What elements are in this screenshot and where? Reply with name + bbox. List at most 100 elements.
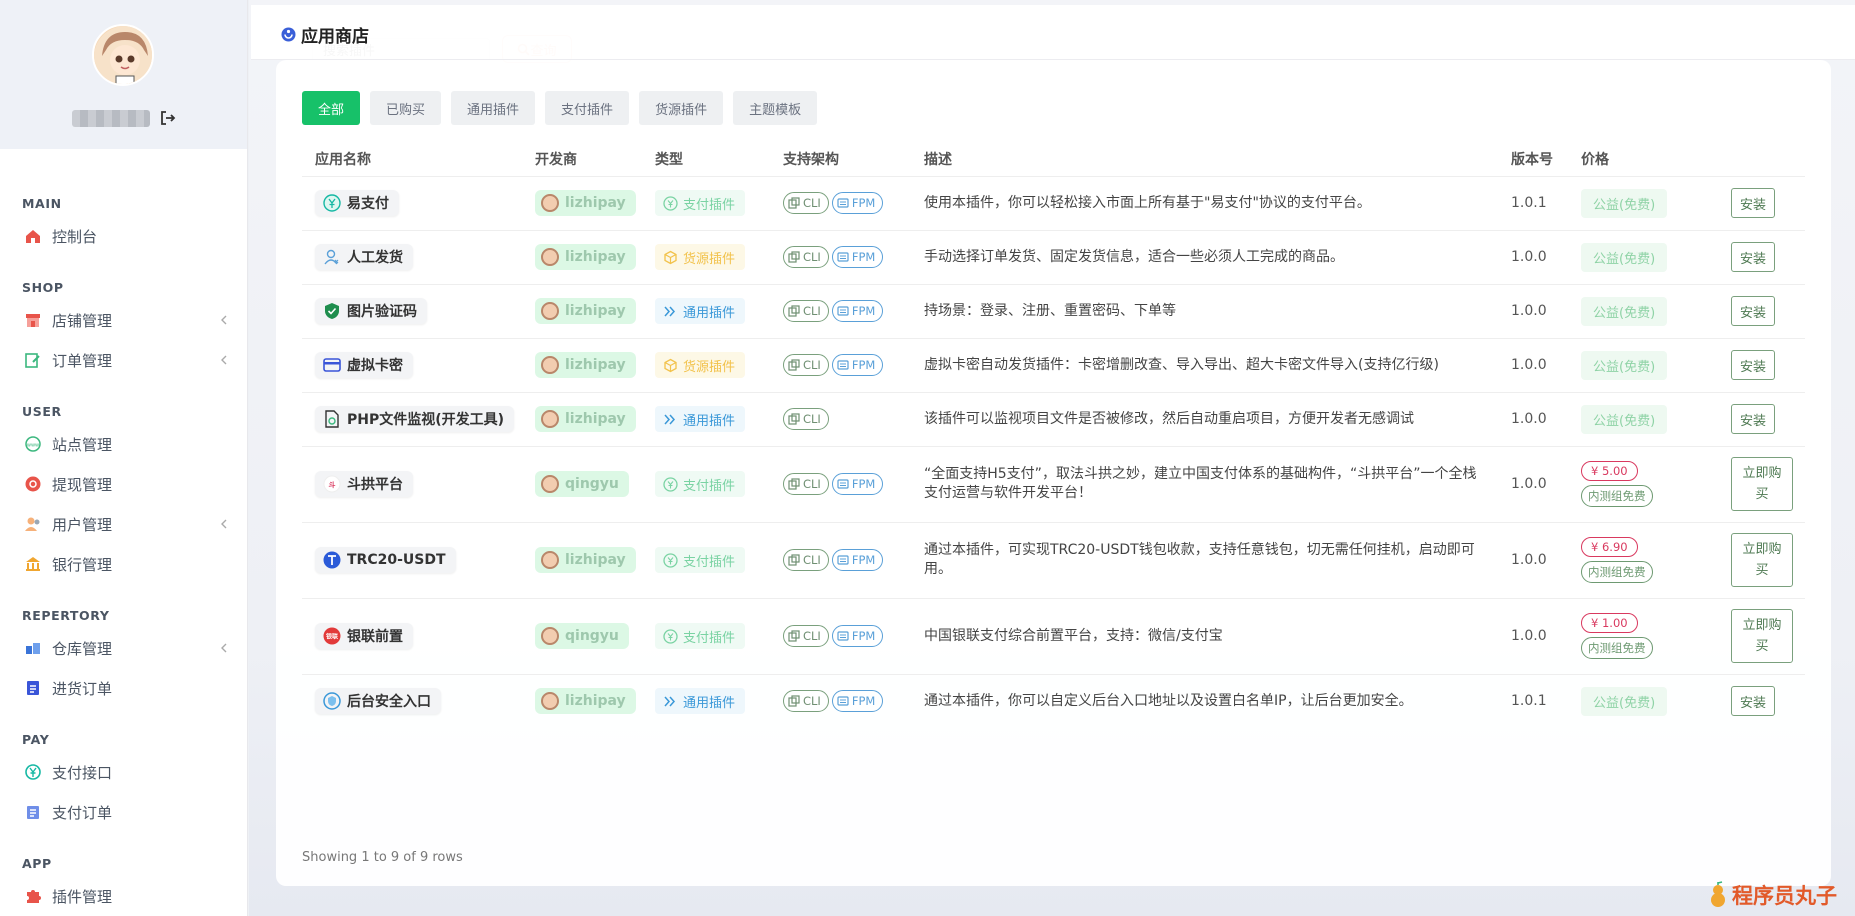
pay-type-icon (663, 628, 678, 644)
svg-text:www: www (27, 443, 39, 449)
filter-purchased[interactable]: 已购买 (370, 91, 442, 125)
nav-item-dashboard[interactable]: 控制台 (0, 219, 247, 253)
filter-source-plugins[interactable]: 货源插件 (639, 91, 724, 125)
nav-item-sites[interactable]: www 站点管理 (0, 427, 247, 461)
nav-item-orders[interactable]: 订单管理 (0, 343, 247, 377)
nav-item-purchase-orders[interactable]: 进货订单 (0, 671, 247, 705)
nav-group-repertory: REPERTORY (22, 608, 110, 623)
arch-badge-cli: CLI (783, 408, 829, 430)
fpm-arch-icon (837, 630, 849, 642)
arch-badge-cli: CLI (783, 473, 829, 495)
arch-badge-fpm: FPM (831, 549, 884, 571)
cli-arch-icon (788, 478, 800, 490)
arch-label: FPM (851, 250, 876, 264)
security-entry-icon (323, 692, 341, 710)
watermark: 程序员丸子 (1706, 880, 1837, 910)
nav-item-warehouse[interactable]: 仓库管理 (0, 631, 247, 665)
arch-badge-fpm: FPM (831, 690, 884, 713)
developer-pill: lizhipay (535, 298, 636, 324)
arch-label: CLI (803, 412, 821, 426)
type-pill: 支付插件 (655, 623, 746, 649)
buy-now-button[interactable]: 立即购买 (1731, 533, 1793, 587)
app-name-pill[interactable]: 图片验证码 (315, 298, 427, 324)
free-badge: 公益(免费) (1581, 296, 1668, 326)
free-badge: 公益(免费) (1581, 404, 1668, 434)
yen-circle-icon (323, 194, 341, 212)
app-name-pill[interactable]: TRC20-USDT (315, 547, 456, 573)
nav-item-pay-orders[interactable]: 支付订单 (0, 795, 247, 829)
filter-all[interactable]: 全部 (302, 91, 361, 125)
app-name-pill[interactable]: 人工发货 (315, 244, 413, 270)
column-header: 应用名称 (315, 151, 371, 168)
app-name-pill[interactable]: 银联 银联前置 (315, 623, 413, 649)
install-button[interactable]: 安装 (1731, 404, 1776, 434)
cli-arch-icon (788, 695, 800, 707)
app-name-pill[interactable]: 虚拟卡密 (315, 352, 413, 378)
type-label: 货源插件 (683, 359, 736, 375)
avatar[interactable] (92, 24, 154, 86)
developer-pill: lizhipay (535, 547, 636, 573)
app-name: 斗拱平台 (347, 477, 403, 493)
gen-type-icon (663, 412, 678, 427)
description: 手动选择订单发货、固定发货信息，适合一些必须人工完成的商品。 (911, 229, 1498, 284)
nav-item-bank[interactable]: 银行管理 (0, 547, 247, 581)
chevron-left-icon (217, 517, 231, 531)
arch-label: CLI (803, 358, 821, 372)
app-name-pill[interactable]: 易支付 (315, 190, 399, 216)
filter-general-plugins[interactable]: 通用插件 (451, 91, 536, 125)
buy-now-button[interactable]: 立即购买 (1731, 609, 1793, 663)
users-icon (24, 515, 42, 533)
developer-name: qingyu (565, 476, 619, 492)
arch-label: CLI (803, 553, 821, 567)
column-header (1718, 142, 1805, 176)
logout-icon[interactable] (160, 110, 176, 126)
cli-arch-icon (788, 251, 800, 263)
beta-free-badge: 内测组免费 (1581, 637, 1653, 659)
nav-item-pay-interface[interactable]: 支付接口 (0, 755, 247, 789)
app-name: 图片验证码 (347, 304, 417, 320)
install-button[interactable]: 安装 (1731, 188, 1776, 218)
version: 1.0.0 (1498, 445, 1568, 522)
fpm-arch-icon (837, 251, 849, 263)
arch-label: FPM (851, 694, 876, 709)
install-button[interactable]: 安装 (1731, 242, 1776, 272)
description: 虚拟卡密自动发货插件：卡密增删改查、导入导出、超大卡密文件导入(支持亿行级) (911, 337, 1498, 392)
filter-theme-templates[interactable]: 主题模板 (733, 91, 818, 125)
nav-item-plugins[interactable]: 插件管理 (0, 879, 247, 913)
developer-name: lizhipay (565, 693, 626, 710)
arch-badge-cli: CLI (783, 300, 829, 322)
type-label: 支付插件 (683, 630, 736, 646)
type-pill: 通用插件 (655, 406, 746, 432)
install-button[interactable]: 安装 (1731, 686, 1776, 717)
install-button[interactable]: 安装 (1731, 296, 1776, 326)
filter-payment-plugins[interactable]: 支付插件 (545, 91, 630, 125)
type-label: 支付插件 (683, 554, 736, 570)
tron-icon (323, 551, 341, 569)
table-row: 图片验证码 lizhipay 通用插件 CLI FPM 持场景：登录、注册、重置密码、下单… (302, 283, 1805, 338)
developer-name: qingyu (565, 628, 619, 644)
app-name-pill[interactable]: PHP文件监视(开发工具) (315, 406, 515, 432)
install-button[interactable]: 安装 (1731, 350, 1776, 380)
type-label: 通用插件 (683, 413, 736, 429)
nav-group-pay: PAY (22, 732, 50, 747)
developer-avatar (541, 248, 559, 266)
app-name-pill[interactable]: 斗 斗拱平台 (315, 471, 413, 497)
nav-item-withdraw[interactable]: 提现管理 (0, 467, 247, 501)
file-monitor-icon (323, 410, 341, 428)
app-name-pill[interactable]: 后台安全入口 (315, 688, 441, 715)
nav-group-shop: SHOP (22, 280, 64, 295)
buy-now-button[interactable]: 立即购买 (1731, 457, 1793, 511)
type-label: 货源插件 (683, 251, 736, 267)
type-label: 通用插件 (683, 695, 736, 711)
cli-arch-icon (788, 305, 800, 317)
arch-badge-fpm: FPM (831, 300, 884, 322)
nav-item-label: 控制台 (52, 227, 98, 246)
description: 使用本插件，你可以轻松接入市面上所有基于"易支付"协议的支付平台。 (911, 175, 1498, 230)
pay-type-icon (663, 476, 678, 492)
price-badge: ¥ 5.00 (1581, 461, 1638, 481)
developer-name: lizhipay (565, 552, 626, 568)
beta-free-badge: 内测组免费 (1581, 561, 1653, 583)
arch-badge-cli: CLI (783, 354, 829, 376)
nav-item-users[interactable]: 用户管理 (0, 507, 247, 541)
nav-item-store[interactable]: 店铺管理 (0, 303, 247, 337)
